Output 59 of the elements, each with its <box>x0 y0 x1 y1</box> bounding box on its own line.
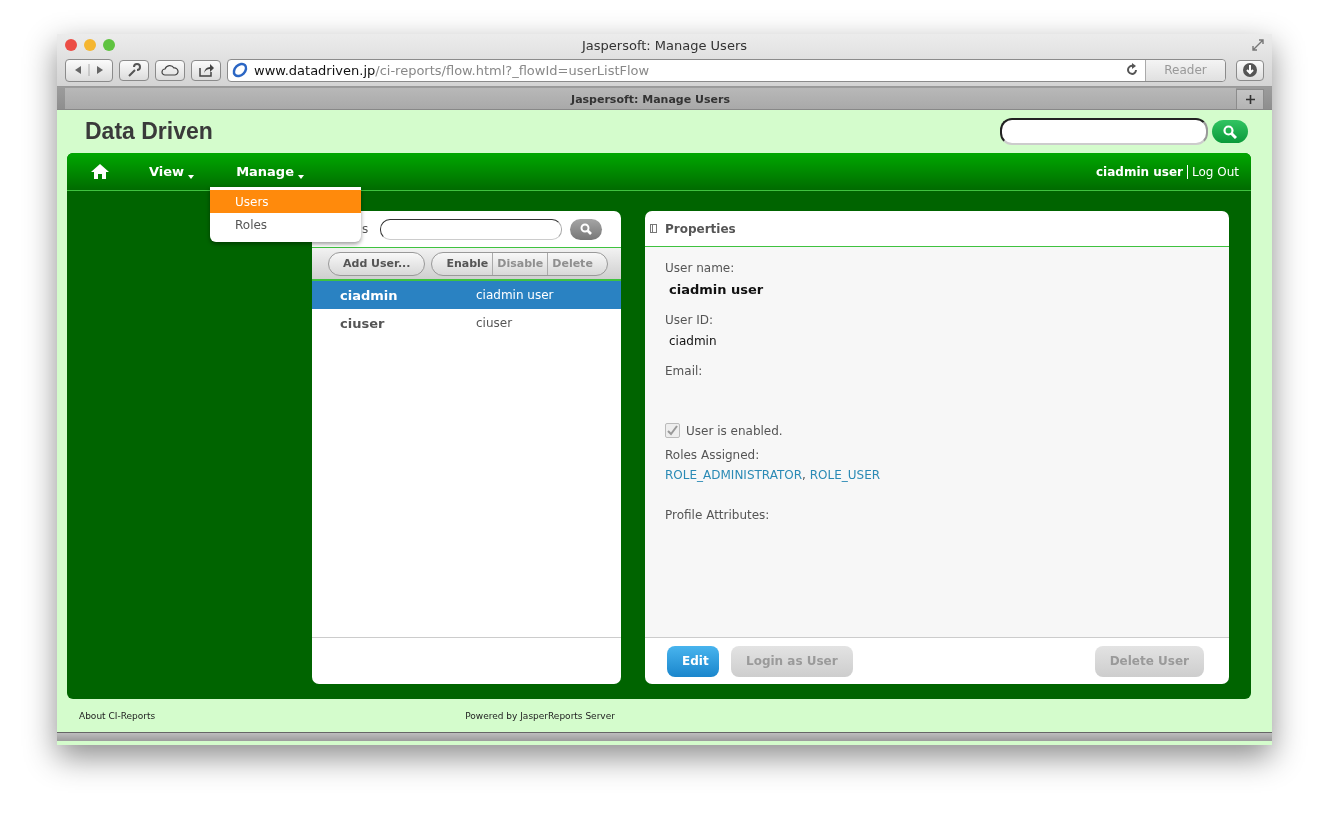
user-id: ciuser <box>339 315 386 331</box>
enabled-checkbox[interactable] <box>665 423 680 438</box>
new-tab-button[interactable] <box>1236 89 1264 109</box>
plus-icon <box>1245 95 1255 104</box>
globe-icon <box>232 62 248 78</box>
separator: , <box>802 468 806 482</box>
user-row[interactable]: ciadmin ciadmin user <box>312 281 621 309</box>
browser-tab[interactable]: Jaspersoft: Manage Users <box>65 88 1236 109</box>
user-full-name: ciadmin user <box>476 288 554 302</box>
checkbox-label: User is enabled. <box>686 423 783 438</box>
toolbar-button[interactable]: Add User... <box>329 252 425 275</box>
download-icon <box>1242 62 1258 78</box>
field-label: Profile Attributes: <box>665 508 771 522</box>
search-button[interactable] <box>570 218 603 240</box>
search-field[interactable] <box>380 218 563 240</box>
panel-title: s <box>362 222 369 236</box>
caret-icon <box>188 175 195 179</box>
field-label: User name: <box>665 261 736 275</box>
cloud-icon <box>161 64 179 76</box>
logout-link[interactable]: Log Out <box>1188 163 1245 180</box>
panel-title: Properties <box>665 221 736 236</box>
downloads-button[interactable] <box>1236 59 1264 81</box>
field-value: ciadmin user <box>669 282 764 297</box>
menu-item[interactable]: Users <box>210 190 361 213</box>
footer-text: Powered by JasperReports Server <box>465 710 615 721</box>
user-id: ciadmin <box>339 287 399 303</box>
caret-icon <box>298 175 304 179</box>
fullscreen-icon <box>1252 39 1264 51</box>
home-icon <box>91 164 109 179</box>
action-button[interactable]: Edit <box>667 645 719 677</box>
back-forward-buttons[interactable] <box>65 58 113 82</box>
search-field[interactable] <box>1000 118 1208 145</box>
window-title: Jaspersoft: Manage Users <box>582 37 747 53</box>
field-label: User ID: <box>665 313 714 327</box>
panel-toggle-icon <box>650 224 657 233</box>
search-icon <box>580 223 593 235</box>
reader-button[interactable]: Reader <box>1145 59 1225 81</box>
nav-menu[interactable]: Manage <box>236 164 304 179</box>
search-icon <box>1223 124 1237 139</box>
user-row[interactable]: ciuser ciuser <box>312 309 621 337</box>
address-bar[interactable]: www.datadriven.jp/ci-reports/flow.html?_flowId=userListFlow Reader <box>227 58 1226 82</box>
role-link[interactable]: ROLE_USER <box>809 468 881 482</box>
menu-item[interactable]: Roles <box>210 213 361 236</box>
footer-link[interactable]: About CI-Reports <box>79 710 156 721</box>
field-label: Roles Assigned: <box>665 448 761 462</box>
logo: Data Driven <box>85 118 213 145</box>
toolbar-button[interactable]: Enable <box>432 252 493 275</box>
share-icon <box>198 63 214 77</box>
wrench-button[interactable] <box>119 59 149 81</box>
share-button[interactable] <box>191 59 221 81</box>
user-full-name: ciuser <box>476 316 513 330</box>
search-button[interactable] <box>1212 120 1248 143</box>
user-name: ciadmin user <box>1096 164 1188 179</box>
field-value: ciadmin <box>669 334 717 348</box>
nav-menu[interactable]: View <box>149 164 195 179</box>
field-label: Email: <box>665 364 704 378</box>
cloud-button[interactable] <box>155 59 185 81</box>
close-button[interactable] <box>65 39 77 51</box>
reload-icon <box>1125 63 1139 77</box>
